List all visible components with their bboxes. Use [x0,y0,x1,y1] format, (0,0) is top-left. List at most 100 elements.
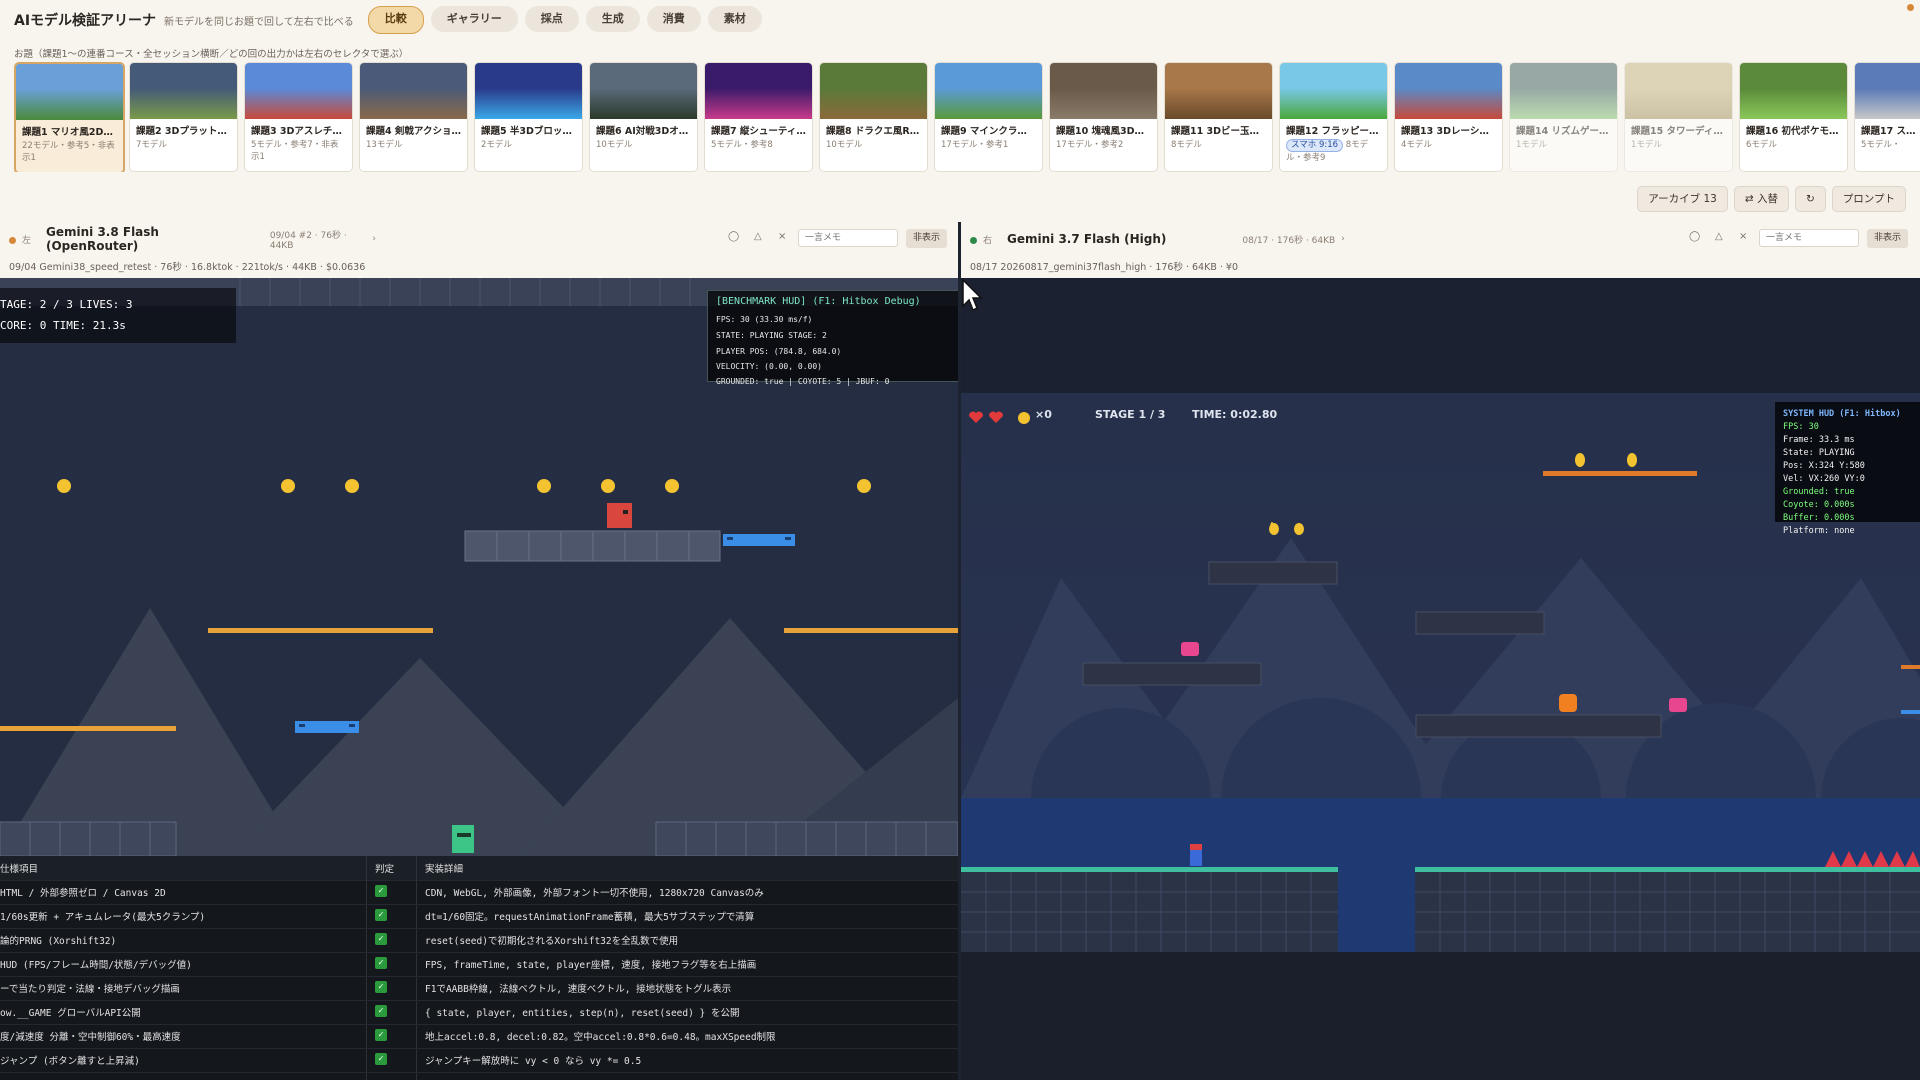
sys-line-fps: FPS: 30 [1783,422,1819,432]
task-meta: 7モデル [136,140,167,150]
check-icon: ✓ [375,1029,387,1041]
left-model-select[interactable]: Gemini 3.8 Flash (OpenRouter) 09/04 #2 ·… [36,225,386,253]
left-hide-button[interactable]: 非表示 [906,229,948,248]
nav-gallery[interactable]: ギャラリー [430,6,518,32]
swap-button[interactable]: ⇄ 入替 [1733,186,1789,212]
left-hud-line2: CORE: 0 TIME: 21.3s [0,319,126,332]
task-card[interactable]: 課題1 マリオ風2D… 22モデル・参考5・非表示1 [14,62,125,172]
task-card[interactable]: 課題8 ドラクエ風R… 10モデル [819,62,928,172]
spec-header-verdict: 判定 [375,864,395,875]
circle-icon[interactable]: ◯ [1689,231,1700,242]
right-game-canvas[interactable]: ×0 STAGE 1 / 3 TIME: 0:02.80 SYSTEM HUD … [961,278,1920,1080]
task-title: 課題4 剣戟アクショ… [366,126,461,137]
left-memo-input[interactable] [798,229,898,247]
task-badge: スマホ 9:16 [1286,139,1344,152]
task-meta: 17モデル・参考2 [1056,140,1124,150]
task-card[interactable]: 課題3 3Dアスレチ… 5モデル・参考7・非表示1 [244,62,353,172]
left-subline: 09/04 Gemini38_speed_retest · 76秒 · 16.8… [9,262,366,273]
task-thumbnail [245,63,352,119]
task-thumbnail [1510,63,1617,119]
task-strip: 課題1 マリオ風2D… 22モデル・参考5・非表示1 課題2 3Dプラット… 7モデル… [14,62,1920,172]
triangle-icon[interactable]: △ [1715,231,1723,242]
task-card[interactable]: 課題6 AI対戦3Dオ… 10モデル [589,62,698,172]
right-model-name: Gemini 3.7 Flash (High) [1007,232,1167,246]
task-title: 課題14 リズムゲー… [1516,126,1609,137]
close-icon[interactable]: × [1739,231,1747,242]
nav-generate[interactable]: 生成 [585,6,640,32]
task-meta: 10モデル [826,140,863,150]
task-card[interactable]: 課題2 3Dプラット… 7モデル [129,62,238,172]
task-thumbnail [1395,63,1502,119]
task-card[interactable]: 課題11 3Dビー玉コ… 8モデル [1164,62,1273,172]
task-title: 課題16 初代ポケモ… [1746,126,1839,137]
right-memo-input[interactable] [1759,229,1859,247]
task-meta: 22モデル・参考5・非表示1 [22,141,115,163]
archive-button[interactable]: アーカイブ 13 [1637,186,1728,212]
task-card[interactable]: 課題16 初代ポケモ… 6モデル [1739,62,1848,172]
action-bar: アーカイブ 13 ⇄ 入替 ↻ プロンプト [1637,186,1906,212]
left-game-canvas[interactable]: TAGE: 2 / 3 LIVES: 3 CORE: 0 TIME: 21.3s… [0,278,958,856]
app-title: AIモデル検証アリーナ [14,13,157,29]
task-title: 課題13 3Dレーシン… [1401,126,1499,137]
spec-header-item: 仕様項目 [0,864,39,875]
task-card[interactable]: 課題13 3Dレーシン… 4モデル [1394,62,1503,172]
mouse-cursor-icon [962,278,983,312]
sys-line-coyote: Coyote: 0.000s [1783,500,1855,510]
spec-verdict: ✓ [375,885,415,897]
task-card[interactable]: 課題12 フラッピー… スマホ 9:16 8モデル・参考9 [1279,62,1388,172]
task-title: 課題12 フラッピー… [1286,126,1379,137]
main-nav: 比較 ギャラリー 採点 生成 消費 素材 [367,6,762,34]
right-pane-header: 右 Gemini 3.7 Flash (High) 08/17 · 176秒 ·… [961,222,1920,256]
task-card[interactable]: 課題7 縦シューティ… 5モデル・参考8 [704,62,813,172]
task-meta: 4モデル [1401,140,1432,150]
left-pane: 左 Gemini 3.8 Flash (OpenRouter) 09/04 #2… [0,222,961,1080]
nav-consumption[interactable]: 消費 [646,6,701,32]
prompt-button[interactable]: プロンプト [1831,186,1906,212]
task-title: 課題2 3Dプラット… [136,126,227,137]
triangle-icon[interactable]: △ [754,231,762,242]
task-meta: 10モデル [596,140,633,150]
nav-scoring[interactable]: 採点 [524,6,579,32]
sys-line-state: State: PLAYING [1783,448,1855,458]
task-card[interactable]: 課題10 塊魂風3Dア… 17モデル・参考2 [1049,62,1158,172]
spec-row: 1/60s更新 + アキュムレータ(最大5クランプ) ✓ dt=1/60固定。req… [0,904,958,929]
refresh-button[interactable]: ↻ [1795,186,1826,212]
spec-detail: FPS, frameTime, state, player座標, 速度, 接地フ… [425,960,757,971]
spec-detail: reset(seed)で初期化されるXorshift32を全乱数で使用 [425,936,679,947]
task-card[interactable]: 課題5 半3Dブロッ… 2モデル [474,62,583,172]
nav-assets[interactable]: 素材 [707,6,762,32]
task-meta: 2モデル [481,140,512,150]
task-card[interactable]: 課題14 リズムゲー… 1モデル [1509,62,1618,172]
task-meta: 6モデル [1746,140,1777,150]
bench-line-grounded: GROUNDED: true | COYOTE: 5 | JBUF: 0 [716,377,890,386]
task-card[interactable]: 課題9 マインクラフ… 17モデル・参考1 [934,62,1043,172]
bench-line-fps: FPS: 30 (33.30 ms/f) [716,315,813,324]
top-bar: AIモデル検証アリーナ 新モデルを同じお題で回して左右で比べる 比較 ギャラリー… [0,0,1920,40]
task-thumbnail [1625,63,1732,119]
right-subline: 08/17 20260817_gemini37flash_high · 176秒… [970,262,1238,273]
spec-verdict: ✓ [375,933,415,945]
chevron-down-icon: › [372,234,376,244]
task-meta: 8モデル [1171,140,1202,150]
task-card[interactable]: 課題17 ス… 5モデル・ [1854,62,1920,172]
bench-line-velocity: VELOCITY: (0.00, 0.00) [716,362,822,371]
right-hide-button[interactable]: 非表示 [1867,229,1909,248]
chevron-down-icon: › [1341,234,1345,244]
sys-line-grounded: Grounded: true [1783,487,1855,497]
sys-line-platform: Platform: none [1783,526,1855,536]
spec-verdict: ✓ [375,1029,415,1041]
check-icon: ✓ [375,957,387,969]
task-card[interactable]: 課題4 剣戟アクショ… 13モデル [359,62,468,172]
nav-compare[interactable]: 比較 [367,6,424,34]
task-card[interactable]: 課題15 タワーディ… 1モデル [1624,62,1733,172]
close-icon[interactable]: × [778,231,786,242]
circle-icon[interactable]: ◯ [728,231,739,242]
right-model-select[interactable]: Gemini 3.7 Flash (High) 08/17 · 176秒 · 6… [997,228,1367,250]
task-meta: 1モデル [1631,140,1662,150]
bench-line-state: STATE: PLAYING STAGE: 2 [716,331,827,340]
task-meta: 13モデル [366,140,403,150]
spec-detail: F1でAABB枠線, 法線ベクトル, 速度ベクトル, 接地状態をトグル表示 [425,984,732,995]
spec-header-row: 仕様項目 判定 実装詳細 [0,856,958,881]
spec-item: ジャンプ (ボタン離すと上昇減) [0,1056,140,1067]
task-thumbnail [360,63,467,119]
